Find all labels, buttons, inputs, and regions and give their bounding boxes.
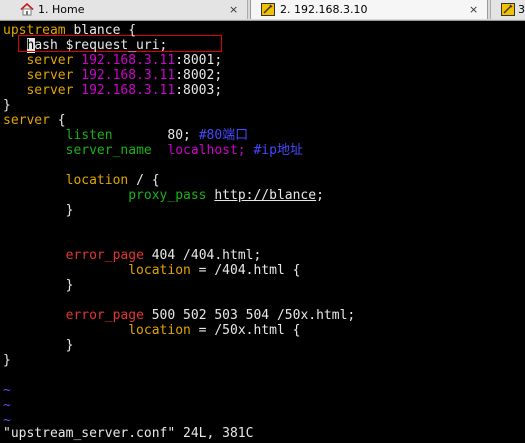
code-line-16: error_page 500 502 503 504 /50x.html; — [65, 308, 356, 323]
vim-status-line: "upstream_server.conf" 24L, 381C — [3, 426, 254, 441]
code-line-8: listen 80; #80端口 — [65, 128, 249, 143]
code-line-14: location = /404.html { — [128, 263, 301, 278]
code-line-12: } — [65, 203, 74, 218]
code-line-3: server 192.168.3.11:8001; — [26, 53, 223, 68]
terminal-session-icon — [261, 3, 275, 16]
code-line-1: upstream blance { — [3, 23, 137, 38]
code-line-9: server_name localhost; #ip地址 — [65, 143, 303, 158]
code-line-18: } — [65, 338, 74, 353]
code-line-10: location / { — [65, 173, 160, 188]
tab-ssh-session[interactable]: 2. 192.168.3.10 × — [250, 0, 488, 19]
code-line-6: } — [3, 98, 11, 113]
tab-third-session[interactable]: 3 — [490, 0, 525, 19]
vim-editor[interactable]: upstream blance { hash $request_uri; ser… — [0, 21, 525, 443]
tab-home-label: 1. Home — [38, 3, 85, 16]
tab-ssh-label: 2. 192.168.3.10 — [280, 3, 368, 16]
code-line-11: proxy_pass http://blance; — [128, 188, 324, 203]
home-icon — [20, 2, 34, 16]
code-line-19: } — [3, 353, 11, 368]
tab-third-label: 3 — [518, 3, 525, 16]
code-line-2: hash $request_uri; — [26, 38, 168, 53]
code-line-15: } — [65, 278, 74, 293]
code-line-17: location = /50x.html { — [128, 323, 301, 338]
empty-line-marker: ~ — [3, 398, 11, 413]
empty-line-marker: ~ — [3, 383, 11, 398]
tab-bar: 1. Home × 2. 192.168.3.10 × 3 — [0, 0, 525, 21]
code-line-5: server 192.168.3.11:8003; — [26, 83, 223, 98]
tab-home[interactable]: 1. Home × — [0, 0, 248, 19]
code-line-13: error_page 404 /404.html; — [65, 248, 262, 263]
code-line-4: server 192.168.3.11:8002; — [26, 68, 223, 83]
tab-home-close-icon[interactable]: × — [229, 0, 238, 19]
code-line-7: server { — [3, 113, 66, 128]
tab-ssh-close-icon[interactable]: × — [469, 0, 478, 19]
terminal-session-icon — [501, 3, 515, 16]
